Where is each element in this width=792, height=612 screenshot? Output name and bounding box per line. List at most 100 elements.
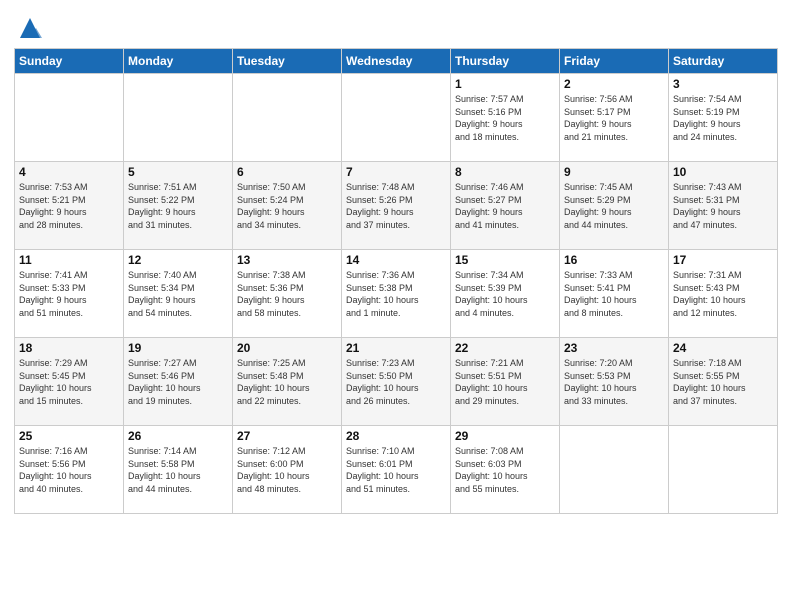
day-number: 27	[237, 429, 337, 443]
day-header-sunday: Sunday	[15, 49, 124, 74]
day-info: Sunrise: 7:10 AM Sunset: 6:01 PM Dayligh…	[346, 445, 446, 495]
day-info: Sunrise: 7:12 AM Sunset: 6:00 PM Dayligh…	[237, 445, 337, 495]
day-number: 22	[455, 341, 555, 355]
day-number: 21	[346, 341, 446, 355]
day-number: 16	[564, 253, 664, 267]
calendar-cell	[560, 426, 669, 514]
day-info: Sunrise: 7:57 AM Sunset: 5:16 PM Dayligh…	[455, 93, 555, 143]
day-info: Sunrise: 7:14 AM Sunset: 5:58 PM Dayligh…	[128, 445, 228, 495]
calendar-cell: 18Sunrise: 7:29 AM Sunset: 5:45 PM Dayli…	[15, 338, 124, 426]
calendar-week-row: 1 Sunrise: 7:57 AM Sunset: 5:16 PM Daylig…	[15, 74, 778, 162]
calendar-cell: 12 Sunrise: 7:40 AM Sunset: 5:34 PM Dayli…	[124, 250, 233, 338]
logo-icon	[16, 14, 44, 42]
logo	[14, 14, 44, 42]
day-number: 10	[673, 165, 773, 179]
day-info: Sunrise: 7:36 AM Sunset: 5:38 PM Dayligh…	[346, 269, 446, 319]
calendar-week-row: 25 Sunrise: 7:16 AM Sunset: 5:56 PM Dayli…	[15, 426, 778, 514]
calendar-cell: 26 Sunrise: 7:14 AM Sunset: 5:58 PM Dayli…	[124, 426, 233, 514]
day-number: 28	[346, 429, 446, 443]
day-number: 13	[237, 253, 337, 267]
calendar-cell: 4 Sunrise: 7:53 AM Sunset: 5:21 PM Daylig…	[15, 162, 124, 250]
day-number: 23	[564, 341, 664, 355]
calendar-cell: 17 Sunrise: 7:31 AM Sunset: 5:43 PM Dayli…	[669, 250, 778, 338]
day-info: Sunrise: 7:34 AM Sunset: 5:39 PM Dayligh…	[455, 269, 555, 319]
calendar-cell: 15 Sunrise: 7:34 AM Sunset: 5:39 PM Dayli…	[451, 250, 560, 338]
day-number: 3	[673, 77, 773, 91]
calendar-cell: 24 Sunrise: 7:18 AM Sunset: 5:55 PM Dayli…	[669, 338, 778, 426]
calendar-cell: 29Sunrise: 7:08 AM Sunset: 6:03 PM Dayli…	[451, 426, 560, 514]
calendar-cell: 8 Sunrise: 7:46 AM Sunset: 5:27 PM Daylig…	[451, 162, 560, 250]
calendar-cell: 14 Sunrise: 7:36 AM Sunset: 5:38 PM Dayli…	[342, 250, 451, 338]
day-number: 6	[237, 165, 337, 179]
day-info: Sunrise: 7:50 AM Sunset: 5:24 PM Dayligh…	[237, 181, 337, 231]
day-header-saturday: Saturday	[669, 49, 778, 74]
day-number: 19	[128, 341, 228, 355]
day-info: Sunrise: 7:31 AM Sunset: 5:43 PM Dayligh…	[673, 269, 773, 319]
calendar-cell: 7Sunrise: 7:48 AM Sunset: 5:26 PM Daylig…	[342, 162, 451, 250]
calendar-cell	[15, 74, 124, 162]
day-number: 25	[19, 429, 119, 443]
day-header-tuesday: Tuesday	[233, 49, 342, 74]
day-info: Sunrise: 7:20 AM Sunset: 5:53 PM Dayligh…	[564, 357, 664, 407]
day-info: Sunrise: 7:56 AM Sunset: 5:17 PM Dayligh…	[564, 93, 664, 143]
calendar-cell	[342, 74, 451, 162]
day-info: Sunrise: 7:18 AM Sunset: 5:55 PM Dayligh…	[673, 357, 773, 407]
day-number: 5	[128, 165, 228, 179]
calendar-cell: 20 Sunrise: 7:25 AM Sunset: 5:48 PM Dayli…	[233, 338, 342, 426]
day-info: Sunrise: 7:38 AM Sunset: 5:36 PM Dayligh…	[237, 269, 337, 319]
day-info: Sunrise: 7:21 AM Sunset: 5:51 PM Dayligh…	[455, 357, 555, 407]
calendar-cell: 1 Sunrise: 7:57 AM Sunset: 5:16 PM Daylig…	[451, 74, 560, 162]
calendar-cell: 21 Sunrise: 7:23 AM Sunset: 5:50 PM Dayli…	[342, 338, 451, 426]
day-info: Sunrise: 7:33 AM Sunset: 5:41 PM Dayligh…	[564, 269, 664, 319]
calendar-cell: 5Sunrise: 7:51 AM Sunset: 5:22 PM Daylig…	[124, 162, 233, 250]
calendar-cell: 6 Sunrise: 7:50 AM Sunset: 5:24 PM Daylig…	[233, 162, 342, 250]
day-number: 12	[128, 253, 228, 267]
day-info: Sunrise: 7:23 AM Sunset: 5:50 PM Dayligh…	[346, 357, 446, 407]
day-info: Sunrise: 7:40 AM Sunset: 5:34 PM Dayligh…	[128, 269, 228, 319]
calendar-week-row: 11Sunrise: 7:41 AM Sunset: 5:33 PM Dayli…	[15, 250, 778, 338]
day-number: 20	[237, 341, 337, 355]
calendar-cell	[124, 74, 233, 162]
calendar-cell: 3 Sunrise: 7:54 AM Sunset: 5:19 PM Daylig…	[669, 74, 778, 162]
day-number: 4	[19, 165, 119, 179]
day-number: 9	[564, 165, 664, 179]
calendar-header-row: SundayMondayTuesdayWednesdayThursdayFrid…	[15, 49, 778, 74]
calendar-cell: 11Sunrise: 7:41 AM Sunset: 5:33 PM Dayli…	[15, 250, 124, 338]
day-number: 2	[564, 77, 664, 91]
day-info: Sunrise: 7:16 AM Sunset: 5:56 PM Dayligh…	[19, 445, 119, 495]
calendar-cell: 25 Sunrise: 7:16 AM Sunset: 5:56 PM Dayli…	[15, 426, 124, 514]
calendar-cell: 16 Sunrise: 7:33 AM Sunset: 5:41 PM Dayli…	[560, 250, 669, 338]
calendar-table: SundayMondayTuesdayWednesdayThursdayFrid…	[14, 48, 778, 514]
day-info: Sunrise: 7:53 AM Sunset: 5:21 PM Dayligh…	[19, 181, 119, 231]
day-number: 24	[673, 341, 773, 355]
calendar-cell: 10 Sunrise: 7:43 AM Sunset: 5:31 PM Dayli…	[669, 162, 778, 250]
day-info: Sunrise: 7:54 AM Sunset: 5:19 PM Dayligh…	[673, 93, 773, 143]
day-info: Sunrise: 7:45 AM Sunset: 5:29 PM Dayligh…	[564, 181, 664, 231]
day-number: 15	[455, 253, 555, 267]
calendar-cell: 9 Sunrise: 7:45 AM Sunset: 5:29 PM Daylig…	[560, 162, 669, 250]
page-header	[14, 10, 778, 42]
day-info: Sunrise: 7:43 AM Sunset: 5:31 PM Dayligh…	[673, 181, 773, 231]
calendar-cell	[233, 74, 342, 162]
day-info: Sunrise: 7:46 AM Sunset: 5:27 PM Dayligh…	[455, 181, 555, 231]
day-info: Sunrise: 7:25 AM Sunset: 5:48 PM Dayligh…	[237, 357, 337, 407]
calendar-cell: 19 Sunrise: 7:27 AM Sunset: 5:46 PM Dayli…	[124, 338, 233, 426]
calendar-cell: 22 Sunrise: 7:21 AM Sunset: 5:51 PM Dayli…	[451, 338, 560, 426]
calendar-week-row: 18Sunrise: 7:29 AM Sunset: 5:45 PM Dayli…	[15, 338, 778, 426]
day-number: 14	[346, 253, 446, 267]
day-number: 8	[455, 165, 555, 179]
calendar-cell: 27 Sunrise: 7:12 AM Sunset: 6:00 PM Dayli…	[233, 426, 342, 514]
day-number: 26	[128, 429, 228, 443]
day-info: Sunrise: 7:27 AM Sunset: 5:46 PM Dayligh…	[128, 357, 228, 407]
calendar-cell: 13 Sunrise: 7:38 AM Sunset: 5:36 PM Dayli…	[233, 250, 342, 338]
calendar-cell: 2 Sunrise: 7:56 AM Sunset: 5:17 PM Daylig…	[560, 74, 669, 162]
calendar-cell	[669, 426, 778, 514]
day-number: 17	[673, 253, 773, 267]
day-number: 18	[19, 341, 119, 355]
day-info: Sunrise: 7:48 AM Sunset: 5:26 PM Dayligh…	[346, 181, 446, 231]
calendar-cell: 23 Sunrise: 7:20 AM Sunset: 5:53 PM Dayli…	[560, 338, 669, 426]
day-number: 1	[455, 77, 555, 91]
day-header-thursday: Thursday	[451, 49, 560, 74]
calendar-week-row: 4 Sunrise: 7:53 AM Sunset: 5:21 PM Daylig…	[15, 162, 778, 250]
day-header-wednesday: Wednesday	[342, 49, 451, 74]
